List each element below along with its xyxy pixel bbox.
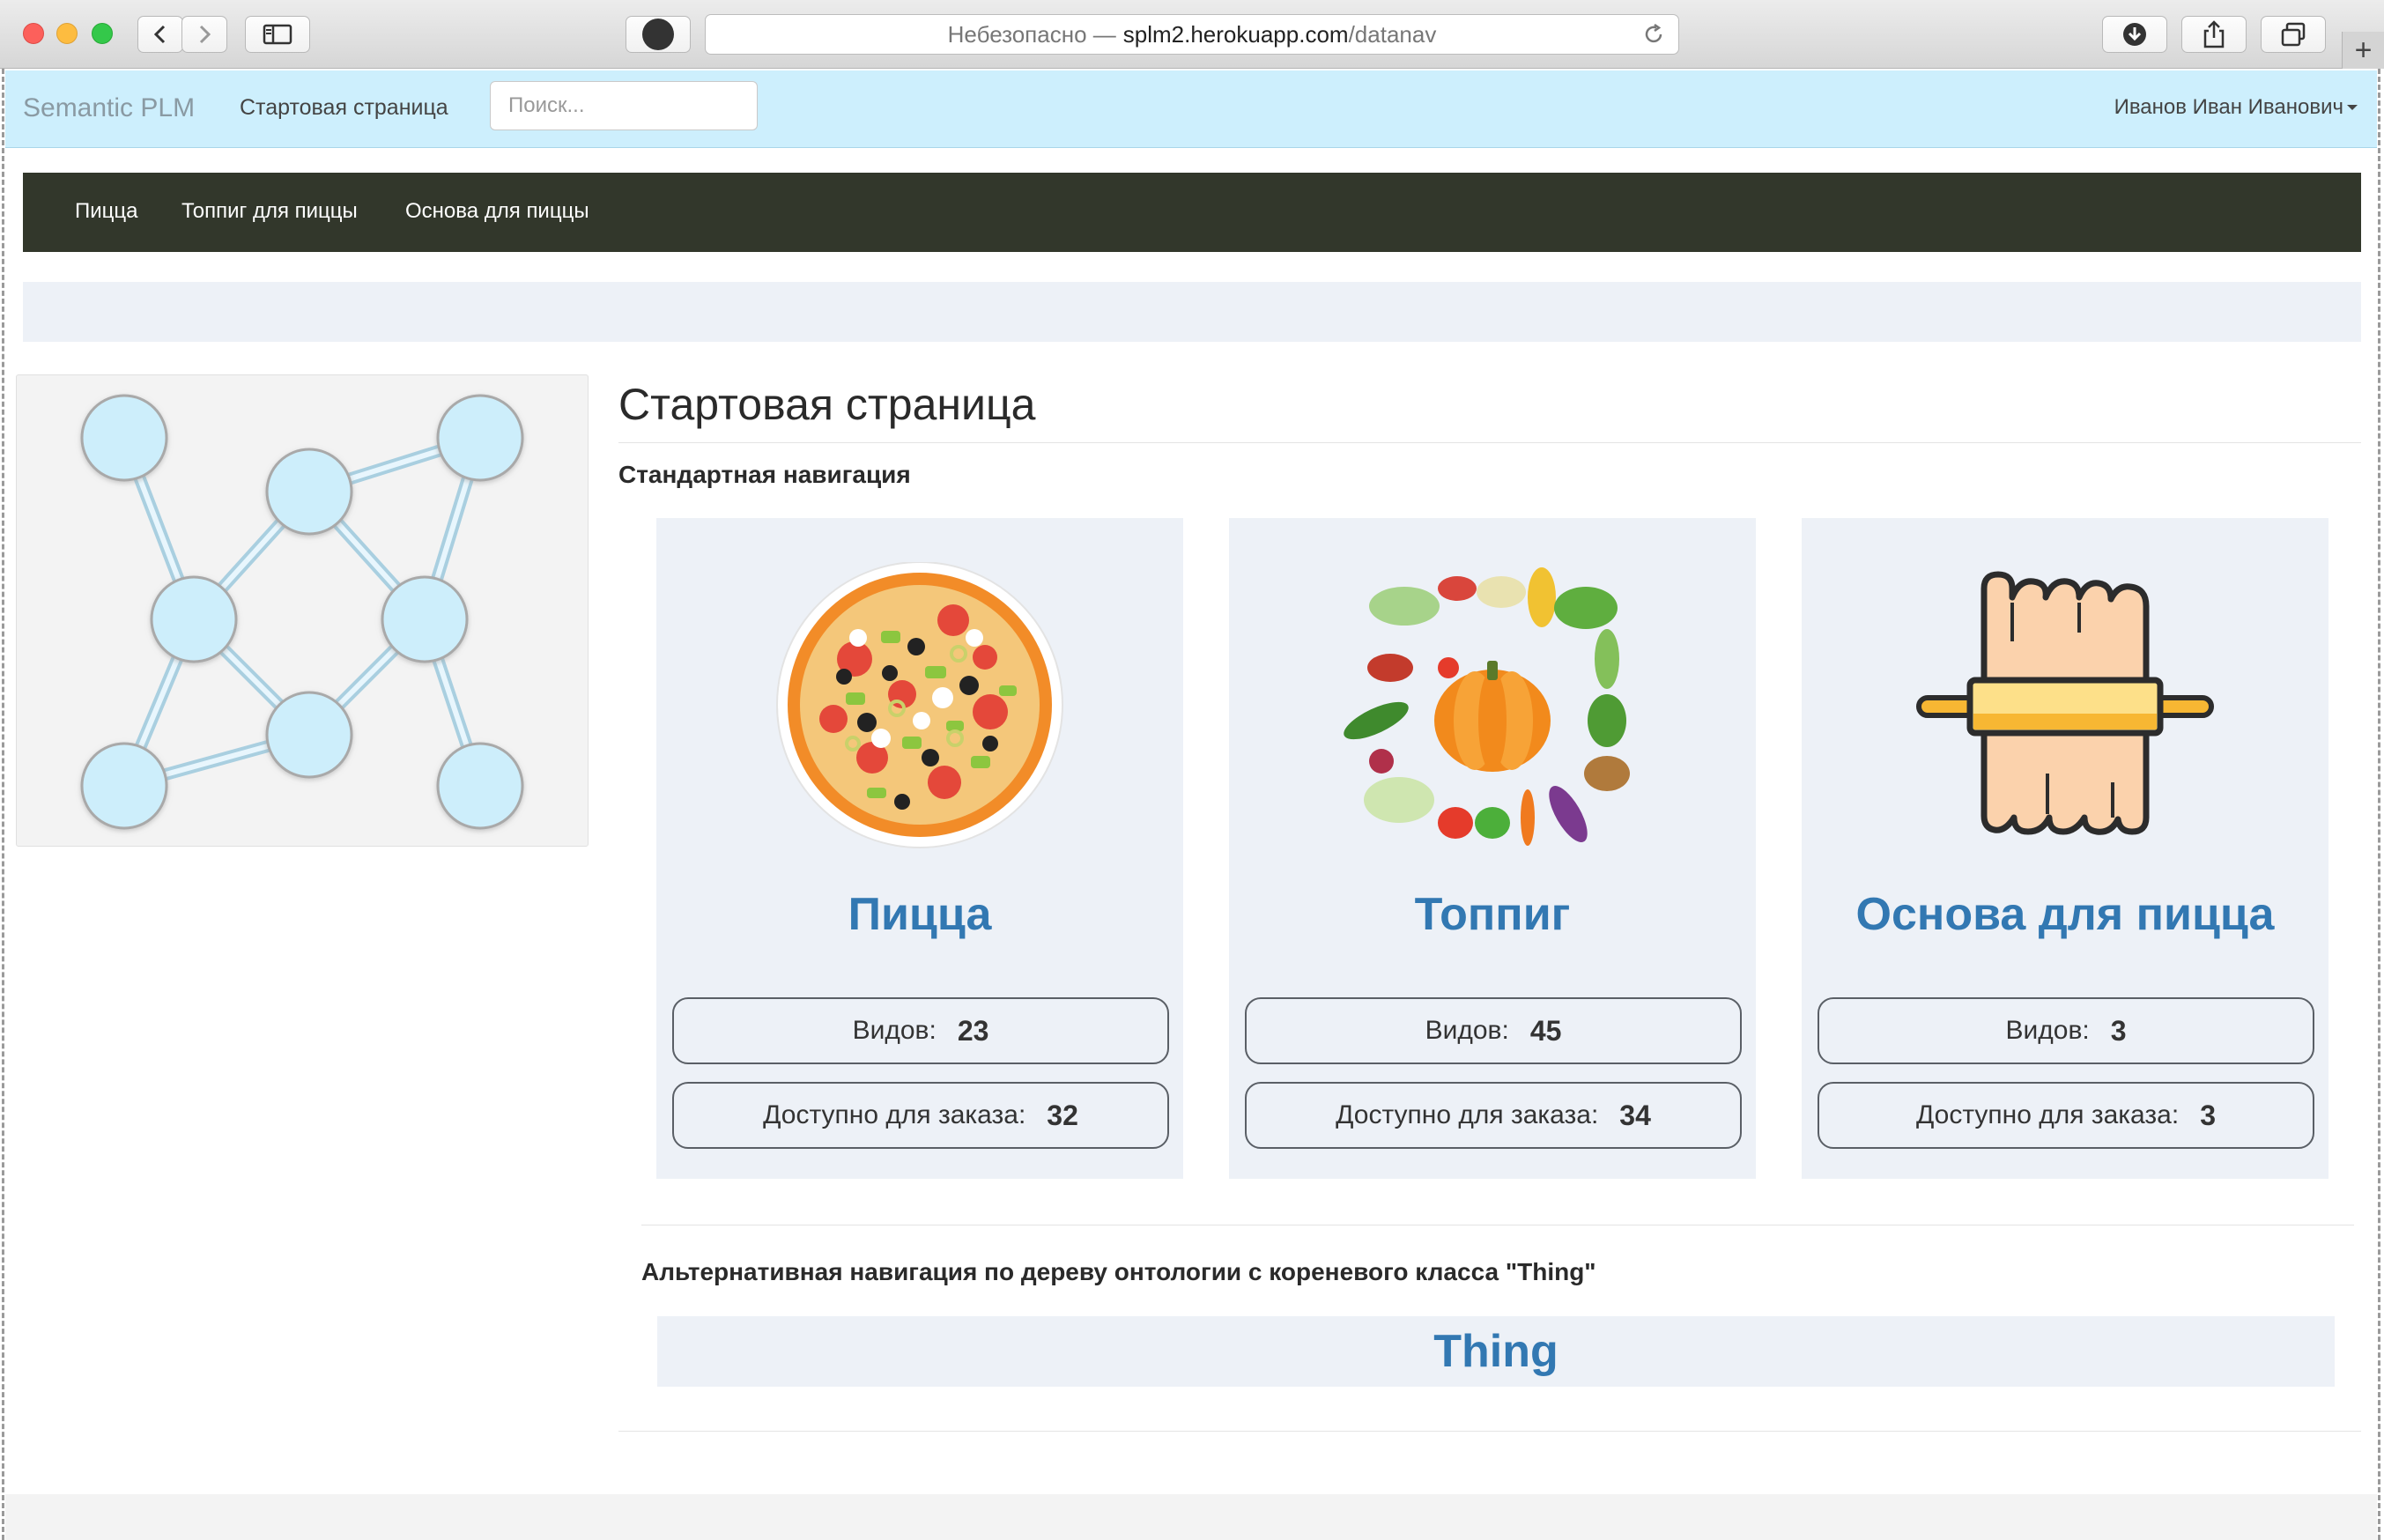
graph-network-icon — [80, 394, 524, 830]
chevron-left-icon — [153, 25, 166, 44]
pizza-icon[interactable] — [656, 562, 1183, 853]
kinds-count-pill[interactable]: Видов: 45 — [1245, 997, 1742, 1064]
kinds-label: Видов: — [852, 1016, 937, 1045]
available-label: Доступно для заказа: — [1916, 1100, 2180, 1129]
divider — [618, 1431, 2361, 1432]
share-icon — [2203, 20, 2225, 48]
reload-icon[interactable] — [1641, 22, 1666, 47]
available-label: Доступно для заказа: — [763, 1100, 1026, 1129]
close-window-button[interactable] — [23, 23, 44, 44]
caret-down-icon — [2347, 105, 2358, 110]
category-card-base[interactable]: Основа для пицца Видов: 3 Доступно для з… — [1802, 518, 2328, 1179]
new-tab-button[interactable]: + — [2342, 32, 2384, 69]
vegetables-icon[interactable] — [1229, 562, 1756, 853]
chevron-right-icon — [199, 25, 211, 44]
kinds-count-pill[interactable]: Видов: 3 — [1818, 997, 2314, 1064]
brand-link[interactable]: Semantic PLM — [23, 93, 195, 123]
footer — [5, 1494, 2377, 1540]
zoom-window-button[interactable] — [92, 23, 113, 44]
kinds-value: 23 — [957, 1014, 989, 1047]
available-label: Доступно для заказа: — [1336, 1100, 1599, 1129]
page-border — [2, 69, 4, 1540]
category-navbar: Пицца Топпиг для пиццы Основа для пиццы — [23, 173, 2361, 252]
search-input[interactable] — [490, 81, 758, 130]
share-button[interactable] — [2181, 16, 2247, 53]
downloads-button[interactable] — [2102, 16, 2167, 53]
sidebar-icon — [263, 24, 292, 45]
kinds-label: Видов: — [2005, 1016, 2090, 1045]
page-border — [2378, 69, 2380, 1540]
download-icon — [2123, 23, 2146, 46]
kinds-label: Видов: — [1425, 1016, 1509, 1045]
circle-icon — [642, 19, 674, 50]
category-card-pizza[interactable]: Пицца Видов: 23 Доступно для заказа: 32 — [656, 518, 1183, 1179]
forward-button[interactable] — [181, 16, 227, 53]
address-bar[interactable]: Небезопасно — splm2.herokuapp.com /datan… — [705, 14, 1679, 55]
available-value: 32 — [1047, 1099, 1078, 1131]
tabs-overview-button[interactable] — [2261, 16, 2326, 53]
tabs-icon — [2281, 22, 2306, 47]
page-title: Стартовая страница — [618, 380, 1036, 429]
user-menu[interactable]: Иванов Иван Иванович — [2114, 95, 2358, 120]
card-title-pizza[interactable]: Пицца — [656, 888, 1183, 941]
url-path: /datanav — [1348, 20, 1437, 48]
ontology-logo-panel — [16, 374, 589, 847]
card-title-base[interactable]: Основа для пицца — [1802, 888, 2328, 941]
available-count-pill[interactable]: Доступно для заказа: 3 — [1818, 1082, 2314, 1149]
available-count-pill[interactable]: Доступно для заказа: 34 — [1245, 1082, 1742, 1149]
category-card-topping[interactable]: Топпиг Видов: 45 Доступно для заказа: 34 — [1229, 518, 1756, 1179]
available-count-pill[interactable]: Доступно для заказа: 32 — [672, 1082, 1169, 1149]
sidebar-toggle-button[interactable] — [245, 16, 310, 53]
privacy-button[interactable] — [626, 16, 691, 53]
ontology-root-bar: Thing — [657, 1316, 2335, 1387]
kinds-value: 45 — [1529, 1014, 1562, 1047]
category-link-topping[interactable]: Топпиг для пиццы — [181, 199, 358, 224]
category-link-base[interactable]: Основа для пиццы — [405, 199, 589, 224]
url-security-label: Небезопасно — — [947, 20, 1116, 48]
alternative-navigation-heading: Альтернативная навигация по дереву онтол… — [641, 1258, 1596, 1285]
category-link-pizza[interactable]: Пицца — [75, 199, 138, 224]
card-title-topping[interactable]: Топпиг — [1229, 888, 1756, 941]
available-value: 3 — [2200, 1099, 2216, 1131]
back-button[interactable] — [137, 16, 183, 53]
breadcrumb — [23, 282, 2361, 342]
divider — [618, 442, 2361, 443]
standard-navigation-heading: Стандартная навигация — [618, 461, 911, 488]
home-link[interactable]: Стартовая страница — [240, 95, 448, 121]
user-name: Иванов Иван Иванович — [2114, 95, 2343, 119]
available-value: 34 — [1619, 1099, 1651, 1131]
kinds-value: 3 — [2110, 1014, 2127, 1047]
minimize-window-button[interactable] — [56, 23, 78, 44]
browser-toolbar: Небезопасно — splm2.herokuapp.com /datan… — [0, 0, 2384, 69]
app-navbar: Semantic PLM Стартовая страница Иванов И… — [5, 70, 2377, 148]
dough-rolling-pin-icon[interactable] — [1802, 562, 2328, 853]
url-host: splm2.herokuapp.com — [1122, 20, 1349, 48]
kinds-count-pill[interactable]: Видов: 23 — [672, 997, 1169, 1064]
ontology-root-link[interactable]: Thing — [1433, 1325, 1558, 1378]
